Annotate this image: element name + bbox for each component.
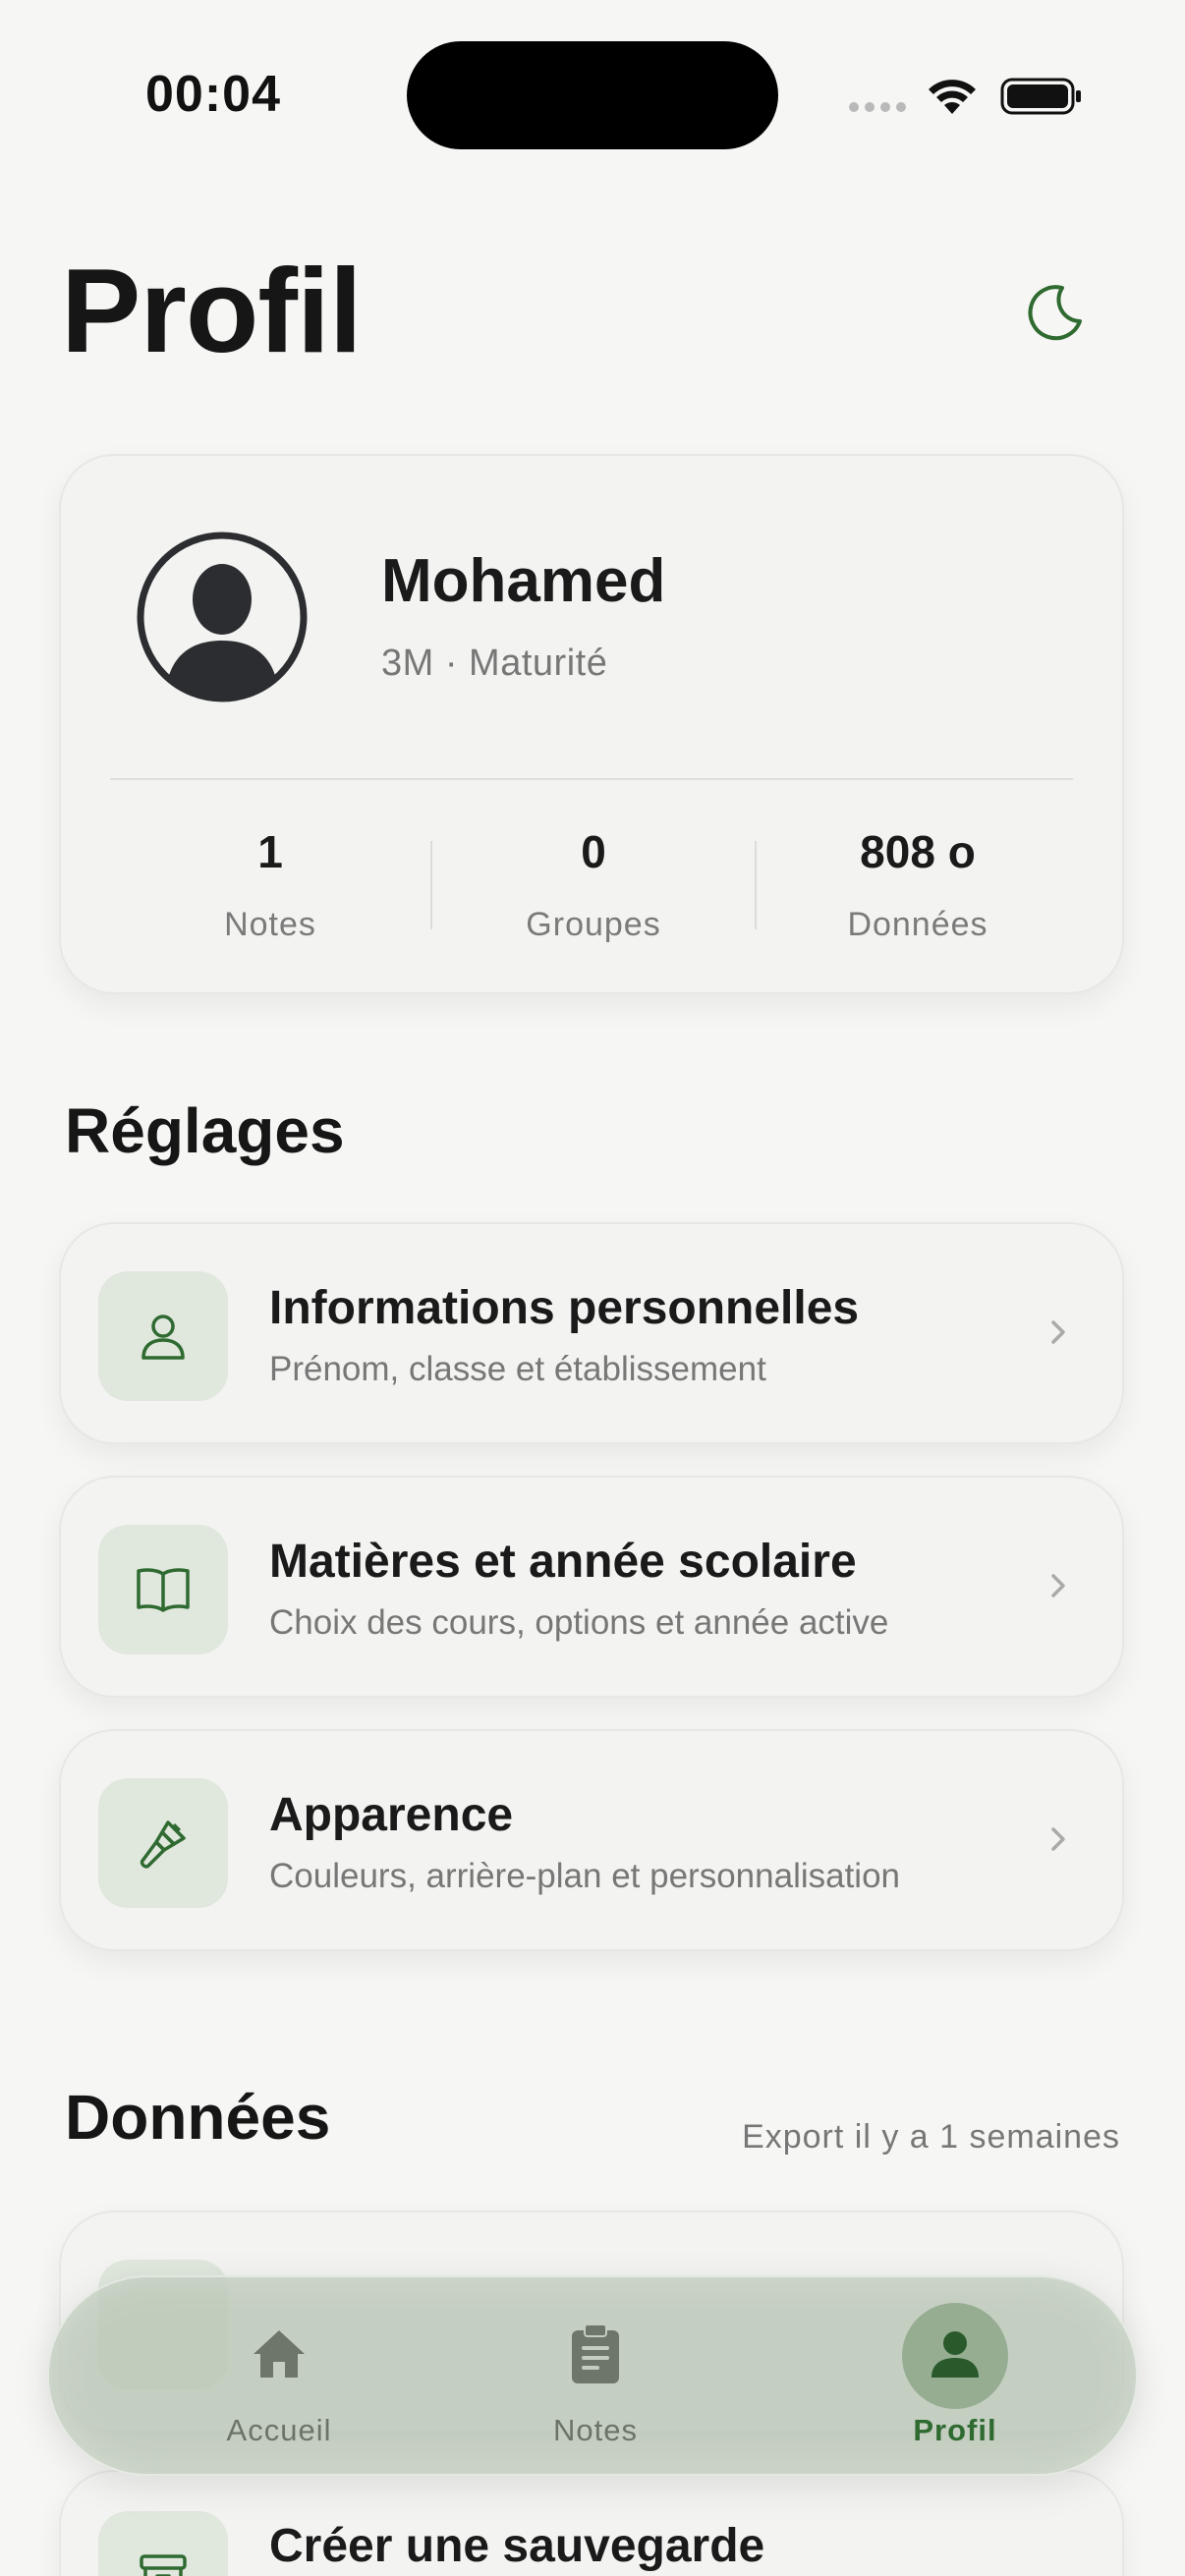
chevron-right-icon	[1051, 1827, 1065, 1851]
stat-value: 1	[257, 826, 283, 877]
chevron-right-icon	[1051, 1574, 1065, 1597]
row-subtitle: Choix des cours, options et année active	[269, 1603, 889, 1642]
row-title: Créer une sauvegarde	[269, 2520, 765, 2572]
row-icon-container	[98, 1525, 228, 1654]
stat-divider	[430, 841, 432, 929]
stat-label: Notes	[224, 906, 316, 943]
avatar	[137, 532, 308, 702]
row-subtitle: Couleurs, arrière-plan et personnalisati…	[269, 1857, 901, 1895]
tab-label: Accueil	[226, 2413, 332, 2447]
person-icon	[931, 2331, 979, 2378]
stat-label: Groupes	[526, 906, 661, 943]
tab-label: Notes	[553, 2413, 638, 2447]
data-item-create-backup[interactable]: Créer une sauvegarde	[59, 2470, 1124, 2576]
stat-value: 0	[581, 826, 606, 877]
status-time: 00:04	[145, 66, 281, 123]
wifi-icon	[929, 80, 976, 114]
row-icon-container	[98, 1778, 228, 1908]
row-title: Matières et année scolaire	[269, 1536, 857, 1588]
tab-label: Profil	[913, 2413, 997, 2447]
profile-card: Mohamed 3M · Maturité 1 Notes 0 Groupes …	[59, 454, 1124, 994]
profile-name: Mohamed	[381, 547, 666, 615]
divider	[110, 778, 1073, 780]
settings-item-appearance[interactable]: Apparence Couleurs, arrière-plan et pers…	[59, 1729, 1124, 1951]
tab-home[interactable]: Accueil	[132, 2277, 426, 2478]
tab-icon-wrap	[244, 2319, 314, 2389]
settings-item-subjects[interactable]: Matières et année scolaire Choix des cou…	[59, 1476, 1124, 1698]
page-title: Profil	[61, 244, 363, 377]
tab-bar: Accueil Notes Profil	[47, 2275, 1138, 2476]
home-icon	[254, 2330, 305, 2378]
stat-groups: 0 Groupes	[446, 825, 741, 944]
row-title: Apparence	[269, 1789, 514, 1841]
tab-icon-wrap	[920, 2319, 990, 2389]
settings-item-personal-info[interactable]: Informations personnelles Prénom, classe…	[59, 1222, 1124, 1444]
moon-icon	[1028, 285, 1082, 341]
theme-toggle-button[interactable]	[1014, 271, 1095, 352]
section-title-settings: Réglages	[65, 1095, 345, 1166]
row-subtitle: Prénom, classe et établissement	[269, 1350, 766, 1388]
row-title: Informations personnelles	[269, 1282, 860, 1334]
stat-divider	[755, 841, 757, 929]
stat-label: Données	[847, 906, 988, 943]
profile-class: 3M · Maturité	[381, 643, 608, 684]
book-icon	[137, 1568, 190, 1612]
stat-data: 808 o Données	[770, 825, 1065, 944]
section-title-data: Données	[65, 2082, 331, 2153]
person-icon	[141, 1315, 185, 1360]
cellular-signal-icon	[849, 102, 906, 112]
row-icon-container	[98, 1271, 228, 1401]
tab-notes[interactable]: Notes	[448, 2277, 743, 2478]
stat-value: 808 o	[860, 826, 976, 877]
brush-icon	[140, 1820, 186, 1869]
dynamic-island	[407, 41, 778, 149]
tab-profile[interactable]: Profil	[808, 2277, 1102, 2478]
clipboard-icon	[572, 2324, 619, 2383]
battery-icon	[1000, 78, 1081, 115]
row-icon-container	[98, 2511, 228, 2576]
chevron-right-icon	[1051, 1320, 1065, 1344]
stat-notes: 1 Notes	[123, 825, 418, 944]
archive-icon	[140, 2554, 187, 2576]
last-export-note: Export il y a 1 semaines	[742, 2118, 1120, 2156]
tab-icon-wrap	[560, 2319, 631, 2389]
